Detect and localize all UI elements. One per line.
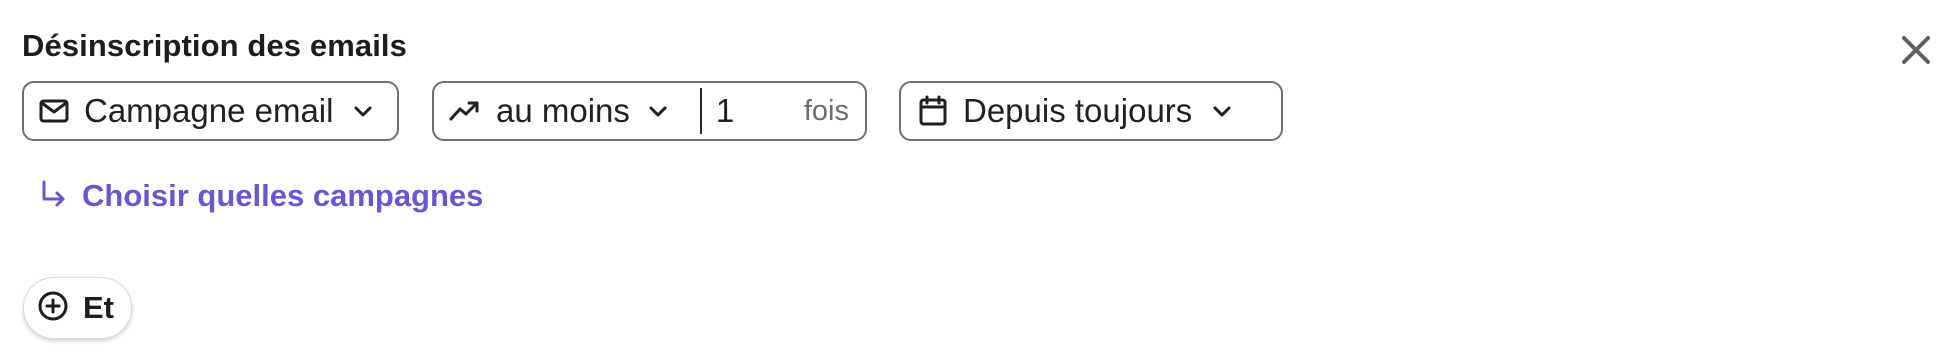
chevron-down-icon[interactable] (646, 99, 670, 123)
close-icon (1902, 36, 1930, 64)
panel-title: Désinscription des emails (22, 28, 407, 63)
chevron-down-icon (351, 99, 375, 123)
close-button[interactable] (1894, 28, 1938, 72)
and-button-label: Et (83, 290, 114, 325)
frequency-unit-label: fois (803, 94, 849, 127)
period-dropdown[interactable]: Depuis toujours (899, 81, 1283, 141)
calendar-icon (917, 94, 949, 128)
plus-circle-icon (37, 290, 69, 327)
frequency-separator (699, 88, 702, 134)
campaign-type-label: Campagne email (84, 92, 334, 129)
frequency-operator-dropdown[interactable]: au moins (496, 92, 630, 130)
arrow-down-right-icon (38, 179, 68, 214)
add-and-condition-button[interactable]: Et (23, 277, 132, 339)
chevron-down-icon (1210, 99, 1234, 123)
frequency-count-input[interactable]: 1 (716, 92, 786, 130)
trending-up-icon (448, 94, 482, 128)
choose-campaigns-label: Choisir quelles campagnes (82, 178, 484, 213)
mail-icon (38, 95, 70, 127)
choose-campaigns-link[interactable]: Choisir quelles campagnes (38, 178, 483, 214)
period-label: Depuis toujours (963, 92, 1193, 129)
campaign-type-dropdown[interactable]: Campagne email (22, 81, 399, 141)
frequency-filter: au moins 1 fois (432, 81, 867, 141)
